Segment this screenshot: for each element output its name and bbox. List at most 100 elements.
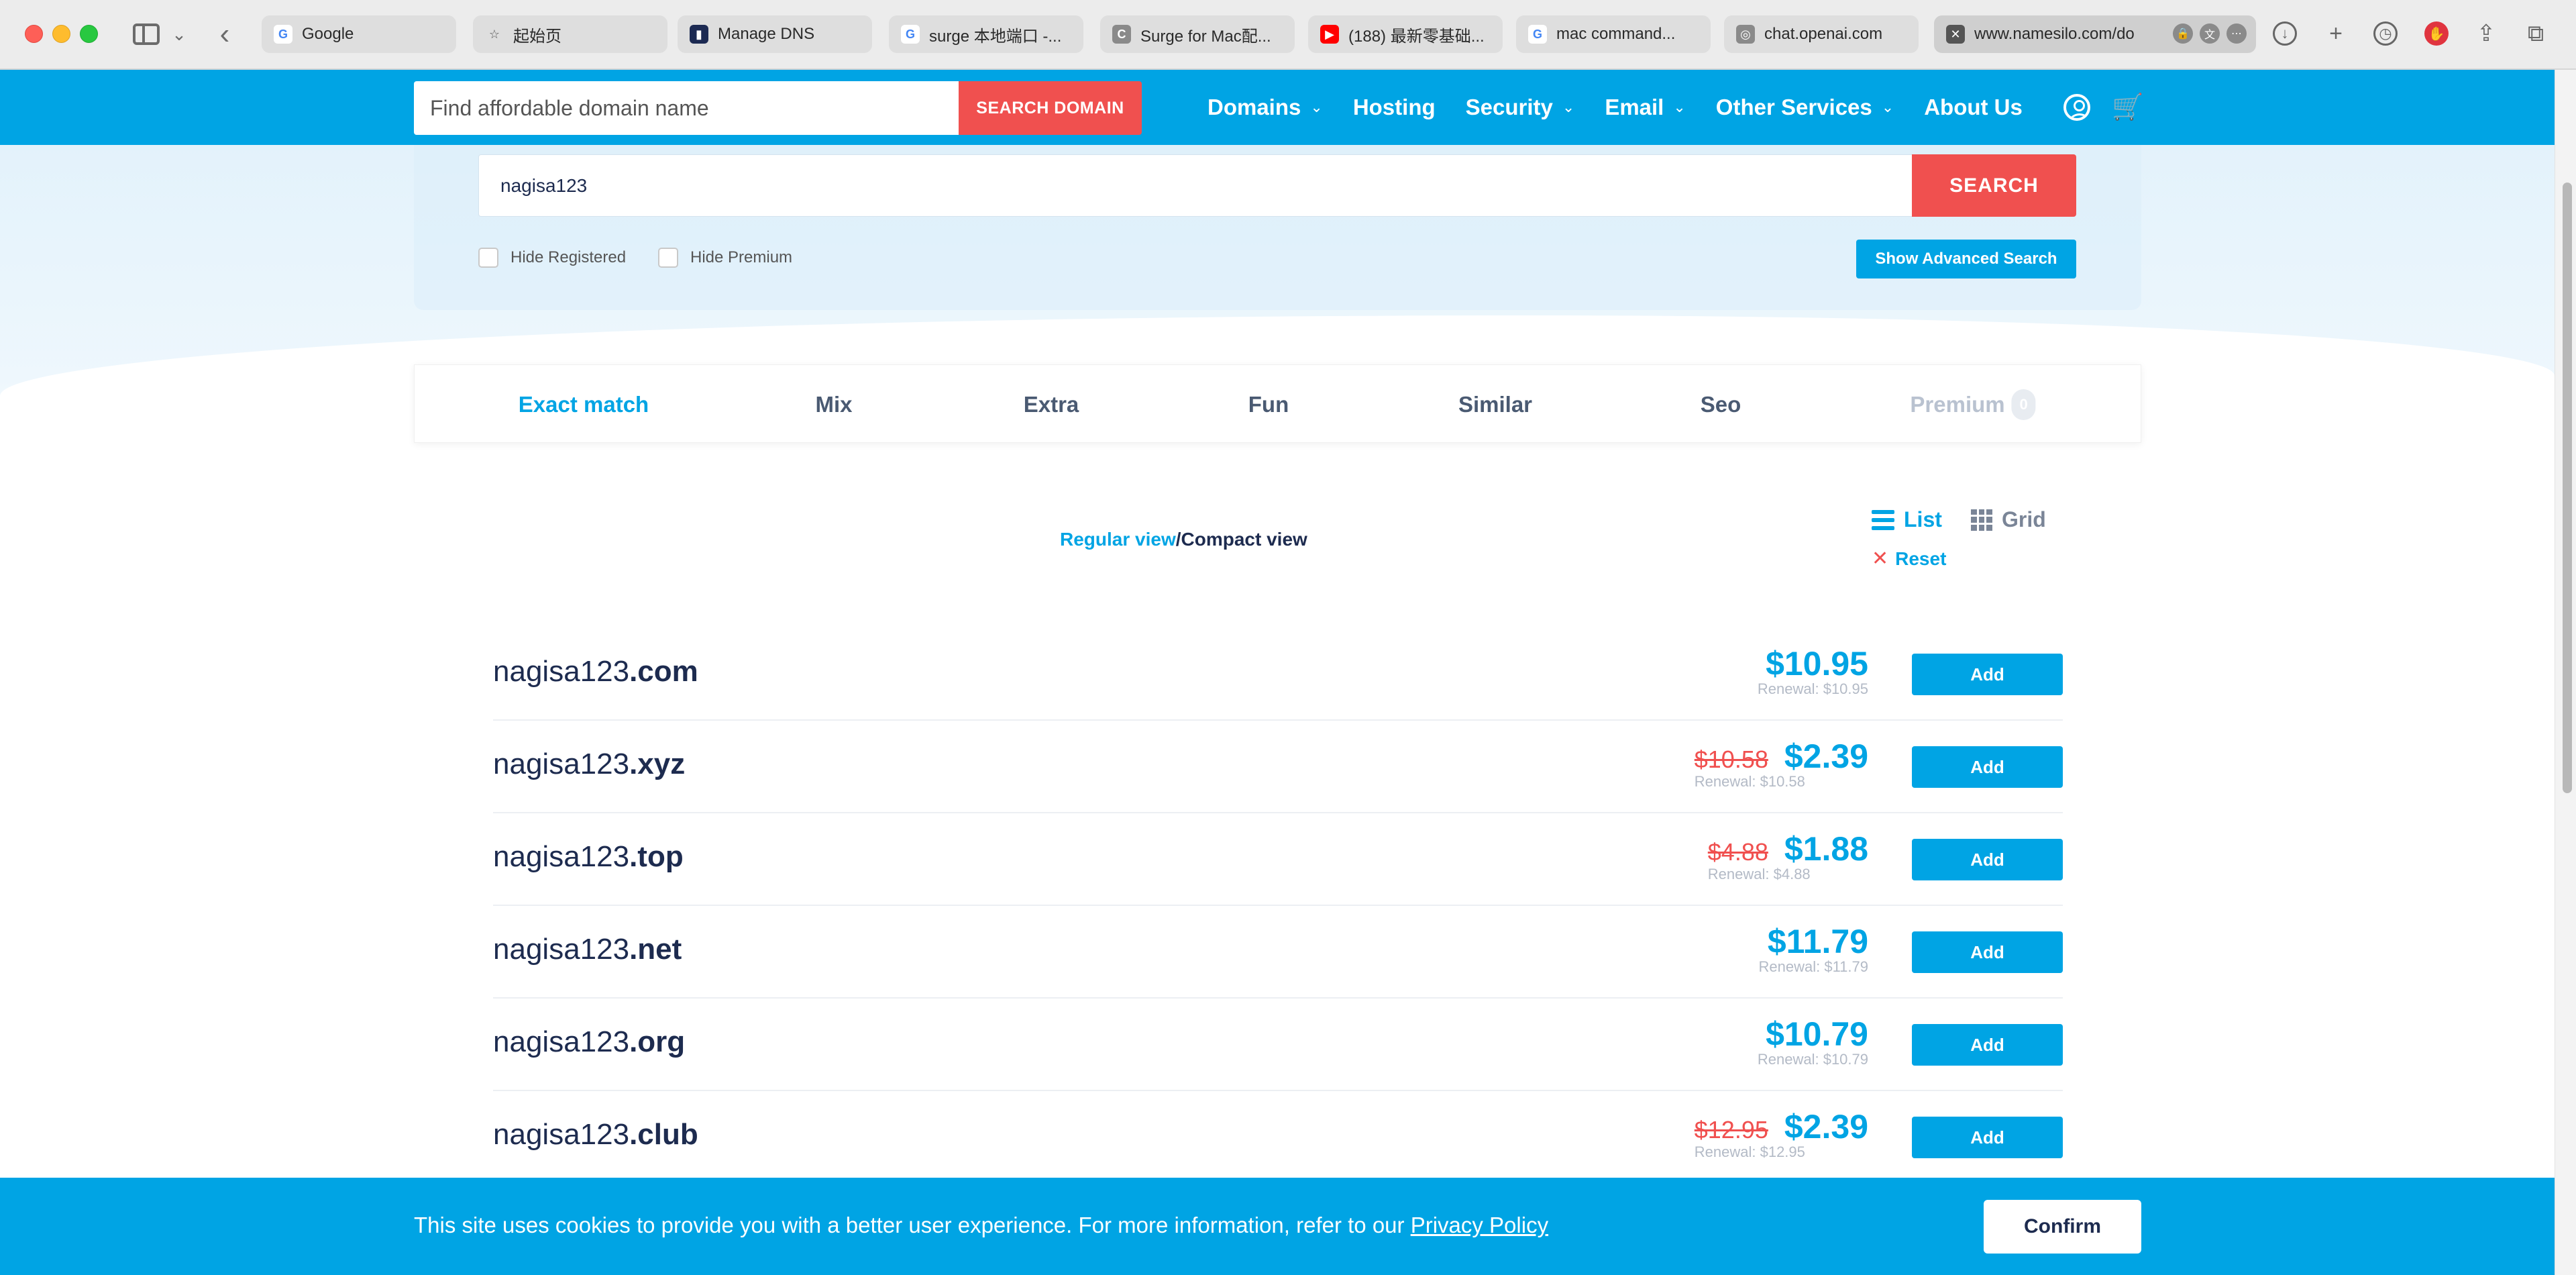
browser-tab[interactable]: ◎ chat.openai.com [1724,15,1919,53]
hide-premium-label: Hide Premium [690,248,793,266]
domain-search-input[interactable] [478,154,1913,217]
tab-label: Exact match [518,391,649,417]
renewal-price: Renewal: $11.79 [1758,958,1869,975]
browser-tab[interactable]: ✕ www.namesilo.com/do 🔒 文 ⋯ [1934,15,2256,53]
add-to-cart-button[interactable]: Add [1912,654,2063,695]
browser-tab[interactable]: Gmac command... [1516,15,1711,53]
cookie-message: This site uses cookies to provide you wi… [414,1213,1548,1238]
domain-name: nagisa123.xyz [493,748,685,781]
tab-label: www.namesilo.com/do [1974,25,2135,43]
privacy-policy-link[interactable]: Privacy Policy [1411,1213,1548,1237]
price-block: $4.88 $1.88 Renewal: $4.88 [1708,829,1868,883]
tab-label: (188) 最新零基础... [1348,27,1485,46]
domain-tld: .com [629,655,698,688]
browser-tab[interactable]: ▶ (188) 最新零基础... [1308,15,1503,53]
nav-item-email[interactable]: Email ⌄ [1605,95,1685,120]
browser-tab[interactable]: G Google [262,15,456,53]
show-advanced-search-button[interactable]: Show Advanced Search [1856,240,2076,278]
nav-item-hosting[interactable]: Hosting [1353,95,1436,120]
translate-icon[interactable]: 文 [2200,23,2220,44]
add-to-cart-button[interactable]: Add [1912,1024,2063,1066]
share-icon[interactable]: ⇪ [2471,19,2501,48]
add-to-cart-button[interactable]: Add [1912,931,2063,973]
browser-toolbar: ⌄ ‹ G Google ☆ 起始页 ▮ Manage DNS Gsurge 本地端口 -.… [0,0,2576,70]
browser-tab[interactable]: C Surge for Mac配... [1100,15,1295,53]
renewal-price: Renewal: $10.79 [1757,1051,1868,1068]
tab-favicon-icon: G [274,25,292,44]
list-view-toggle[interactable]: List [1872,507,1942,532]
domain-result-row: nagisa123.com $10.95 Renewal: $10.95 Add [493,628,2063,721]
tab-favicon-icon: G [901,25,920,44]
list-icon [1872,509,1894,530]
hide-premium-checkbox[interactable]: Hide Premium [658,248,792,268]
tab-favicon-icon: ▶ [1320,25,1339,44]
reset-button[interactable]: ✕ Reset [1872,547,1946,570]
checkbox-box[interactable] [658,248,678,268]
search-button[interactable]: SEARCH [1912,154,2076,217]
new-tab-icon[interactable]: + [2321,19,2351,48]
price-line: $11.79 [1759,922,1868,961]
view-separator: / [1175,529,1181,550]
current-price: $10.95 [1766,645,1868,682]
close-window-button[interactable] [25,25,43,43]
browser-tab[interactable]: ▮ Manage DNS [678,15,872,53]
search-domain-button[interactable]: SEARCH DOMAIN [959,81,1142,135]
more-icon[interactable]: ⋯ [2226,23,2247,44]
grid-icon [1971,509,1992,531]
domain-name: nagisa123.club [493,1118,698,1152]
domain-result-row: nagisa123.org $10.79 Renewal: $10.79 Add [493,999,2063,1091]
back-icon[interactable]: ‹ [208,17,241,51]
domain-tld: .net [629,933,682,966]
tab-exact-match[interactable]: Exact match [519,365,649,444]
tab-seo[interactable]: Seo [1701,365,1741,444]
grid-view-toggle[interactable]: Grid [1971,507,2046,532]
browser-tab[interactable]: Gsurge 本地端口 -... [889,15,1083,53]
close-icon: ✕ [1872,548,1889,570]
add-to-cart-button[interactable]: Add [1912,839,2063,880]
domain-name: nagisa123.org [493,1025,685,1059]
tab-extra[interactable]: Extra [1024,365,1079,444]
tabs-overview-icon[interactable]: ⧉ [2521,19,2551,48]
regular-view-link[interactable]: Regular view [1060,529,1176,550]
tab-similar[interactable]: Similar [1458,365,1532,444]
chevron-down-icon: ⌄ [1881,99,1894,115]
history-icon[interactable]: ◷ [2371,19,2400,48]
tab-label: Surge for Mac配... [1140,27,1271,46]
hide-registered-checkbox[interactable]: Hide Registered [478,248,626,268]
nav-item-security[interactable]: Security ⌄ [1466,95,1575,120]
current-price: $10.79 [1766,1015,1868,1053]
nav-item-other-services[interactable]: Other Services ⌄ [1716,95,1894,120]
download-icon[interactable]: ↓ [2270,19,2300,48]
price-line: $10.58 $2.39 [1695,737,1868,776]
user-account-icon[interactable] [2059,90,2094,125]
add-to-cart-button[interactable]: Add [1912,1117,2063,1158]
tab-fun[interactable]: Fun [1248,365,1289,444]
tab-favicon-icon: ☆ [488,27,500,41]
scrollbar-thumb[interactable] [2563,183,2572,793]
extension-icon[interactable]: ✋ [2422,19,2451,48]
nav-item-domains[interactable]: Domains ⌄ [1208,95,1323,120]
checkbox-box[interactable] [478,248,498,268]
domain-name: nagisa123.top [493,840,684,874]
chevron-down-icon[interactable]: ⌄ [168,17,191,51]
compact-view-link[interactable]: Compact view [1181,529,1307,550]
original-price: $10.58 [1694,746,1768,773]
browser-tab[interactable]: ☆ 起始页 [473,15,667,53]
nav-item-about-us[interactable]: About Us [1924,95,2023,120]
header-search-input[interactable] [414,81,959,135]
add-to-cart-button[interactable]: Add [1912,746,2063,788]
price-block: $10.79 Renewal: $10.79 [1758,1015,1868,1068]
zoom-window-button[interactable] [80,25,98,43]
tab-premium[interactable]: Premium 0 [1910,365,2036,444]
main-nav: Domains ⌄ Hosting Security ⌄ Email ⌄ Other Serv… [1208,70,2053,145]
confirm-cookies-button[interactable]: Confirm [1984,1200,2141,1254]
chevron-down-icon: ⌄ [1673,99,1686,115]
site-header: SEARCH DOMAIN Domains⌄ Hosting Security⌄ Em… [0,70,2555,145]
domain-result-row: nagisa123.top $4.88 $1.88 Renewal: $4.88 Add [493,813,2063,906]
lock-icon: 🔒 [2173,23,2193,44]
minimize-window-button[interactable] [52,25,70,43]
cart-icon[interactable]: 🛒 [2110,90,2145,125]
sidebar-toggle-icon[interactable] [127,17,165,51]
tab-mix[interactable]: Mix [815,365,852,444]
tab-label: mac command... [1556,25,1676,43]
